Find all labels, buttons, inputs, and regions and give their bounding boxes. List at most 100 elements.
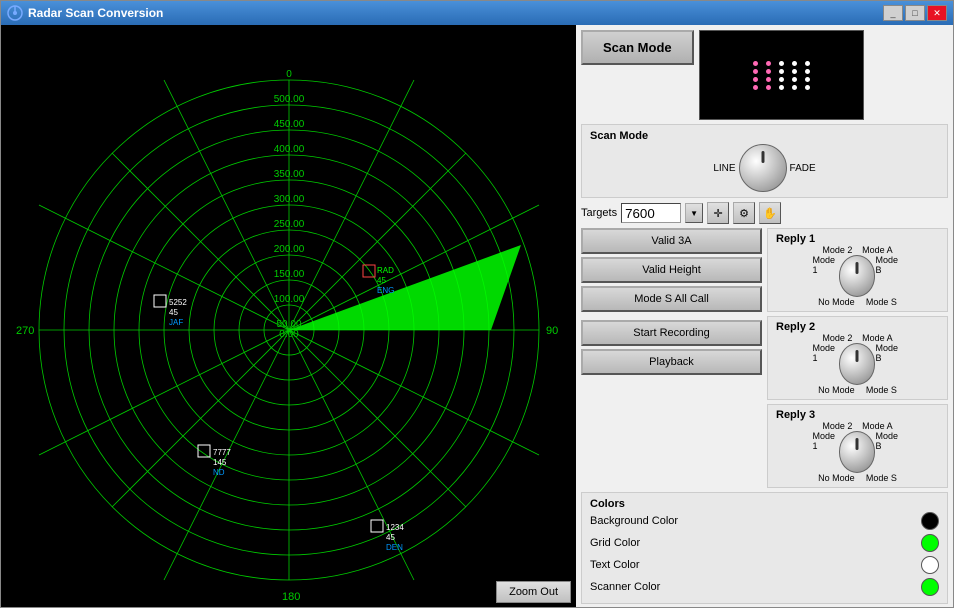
targets-dropdown[interactable]: ▼	[685, 203, 703, 223]
reply2-section: Reply 2 Mode 2 Mode A Mode 1 Mode B	[767, 316, 948, 400]
reply3-knob[interactable]	[839, 431, 876, 473]
dot	[779, 85, 784, 90]
scan-mode-label: Scan Mode	[590, 130, 648, 142]
dot	[805, 85, 810, 90]
top-row: Scan Mode	[581, 30, 948, 120]
reply1-knob-area: Mode 2 Mode A Mode 1 Mode B No Mode Mode…	[776, 245, 939, 307]
maximize-button[interactable]: □	[905, 5, 925, 21]
start-recording-button[interactable]: Start Recording	[581, 320, 762, 346]
svg-text:450.00: 450.00	[274, 119, 305, 130]
modeb-label-r2: Mode B	[875, 343, 902, 385]
dot-col-3	[779, 61, 784, 90]
close-button[interactable]: ✕	[927, 5, 947, 21]
fade-label: FADE	[790, 163, 816, 174]
dot	[805, 61, 810, 66]
colors-label: Colors	[590, 498, 939, 510]
svg-text:ENG: ENG	[377, 286, 394, 295]
dot	[805, 69, 810, 74]
mode2-label-r3: Mode 2	[822, 421, 852, 431]
nomode-label-r2: No Mode	[818, 385, 855, 395]
reply2-knob[interactable]	[839, 343, 876, 385]
svg-text:145: 145	[213, 458, 227, 467]
svg-text:45: 45	[377, 276, 386, 285]
svg-text:JAF: JAF	[169, 318, 183, 327]
reply1-label: Reply 1	[776, 233, 939, 245]
svg-text:45: 45	[386, 533, 395, 542]
svg-text:500.00: 500.00	[274, 94, 305, 105]
mode-s-all-call-button[interactable]: Mode S All Call	[581, 286, 762, 312]
scanner-color-swatch[interactable]	[921, 578, 939, 596]
mode1-label-r1: Mode 1	[813, 255, 839, 297]
scanner-color-label: Scanner Color	[590, 581, 660, 593]
main-window: Radar Scan Conversion _ □ ✕	[0, 0, 954, 608]
modes-label-r2: Mode S	[866, 385, 897, 395]
reply2-tick-bot: No Mode Mode S	[813, 385, 903, 395]
svg-text:DEN: DEN	[386, 543, 403, 552]
targets-row: Targets ▼ ✛ ⚙ ✋	[581, 202, 948, 224]
reply1-section: Reply 1 Mode 2 Mode A Mode 1 Mode B	[767, 228, 948, 312]
dot	[753, 85, 758, 90]
reply3-tick-bot: No Mode Mode S	[813, 473, 903, 483]
app-icon	[7, 5, 23, 21]
preview-box	[699, 30, 864, 120]
targets-icon3[interactable]: ✋	[759, 202, 781, 224]
targets-icon2[interactable]: ⚙	[733, 202, 755, 224]
dot	[792, 69, 797, 74]
text-color-row: Text Color	[590, 554, 939, 576]
scanner-color-row: Scanner Color	[590, 576, 939, 598]
reply3-tick-mid: Mode 1 Mode B	[813, 431, 903, 473]
dot	[766, 77, 771, 82]
mode1-label-r3: Mode 1	[813, 431, 839, 473]
recording-playback: Start Recording Playback	[581, 320, 762, 375]
background-color-swatch[interactable]	[921, 512, 939, 530]
reply1-knob[interactable]	[839, 255, 876, 297]
dot	[779, 61, 784, 66]
dot	[779, 69, 784, 74]
reply3-section: Reply 3 Mode 2 Mode A Mode 1 Mode B	[767, 404, 948, 488]
valid-3a-button[interactable]: Valid 3A	[581, 228, 762, 254]
col-left: Valid 3A Valid Height Mode S All Call St…	[581, 228, 762, 488]
zoom-out-button[interactable]: Zoom Out	[496, 581, 571, 603]
modea-label-r3: Mode A	[862, 421, 893, 431]
dot	[753, 77, 758, 82]
dot	[805, 77, 810, 82]
title-bar-left: Radar Scan Conversion	[7, 5, 163, 21]
title-bar: Radar Scan Conversion _ □ ✕	[1, 1, 953, 25]
dot	[792, 61, 797, 66]
valid-height-button[interactable]: Valid Height	[581, 257, 762, 283]
scan-mode-button[interactable]: Scan Mode	[581, 30, 694, 65]
svg-text:7777: 7777	[213, 448, 231, 457]
modeb-label-r3: Mode B	[875, 431, 902, 473]
reply2-label: Reply 2	[776, 321, 939, 333]
mode2-label-r2: Mode 2	[822, 333, 852, 343]
dot-col-5	[805, 61, 810, 90]
dot	[766, 85, 771, 90]
reply1-tick-mid: Mode 1 Mode B	[813, 255, 903, 297]
line-label: LINE	[713, 163, 735, 174]
dot	[753, 69, 758, 74]
dot	[792, 77, 797, 82]
content-area: 0 500.00 450.00 400.00 350.00 300.00 250…	[1, 25, 953, 607]
svg-text:250.00: 250.00	[274, 219, 305, 230]
svg-text:400.00: 400.00	[274, 144, 305, 155]
svg-text:ND: ND	[213, 468, 225, 477]
svg-text:350.00: 350.00	[274, 169, 305, 180]
targets-input[interactable]	[621, 203, 681, 223]
targets-icon1[interactable]: ✛	[707, 202, 729, 224]
targets-label: Targets	[581, 207, 617, 219]
playback-button[interactable]: Playback	[581, 349, 762, 375]
minimize-button[interactable]: _	[883, 5, 903, 21]
svg-text:100.00: 100.00	[274, 294, 305, 305]
svg-text:45: 45	[169, 308, 178, 317]
mode2-label-r1: Mode 2	[822, 245, 852, 255]
text-color-swatch[interactable]	[921, 556, 939, 574]
modea-label-r1: Mode A	[862, 245, 893, 255]
svg-text:RAD: RAD	[377, 266, 394, 275]
svg-text:270: 270	[16, 325, 34, 337]
background-color-label: Background Color	[590, 515, 678, 527]
col-right: Reply 1 Mode 2 Mode A Mode 1 Mode B	[767, 228, 948, 488]
scan-mode-knob[interactable]	[739, 144, 787, 192]
dot	[766, 61, 771, 66]
grid-color-swatch[interactable]	[921, 534, 939, 552]
scan-mode-section: Scan Mode LINE FADE	[581, 124, 948, 198]
